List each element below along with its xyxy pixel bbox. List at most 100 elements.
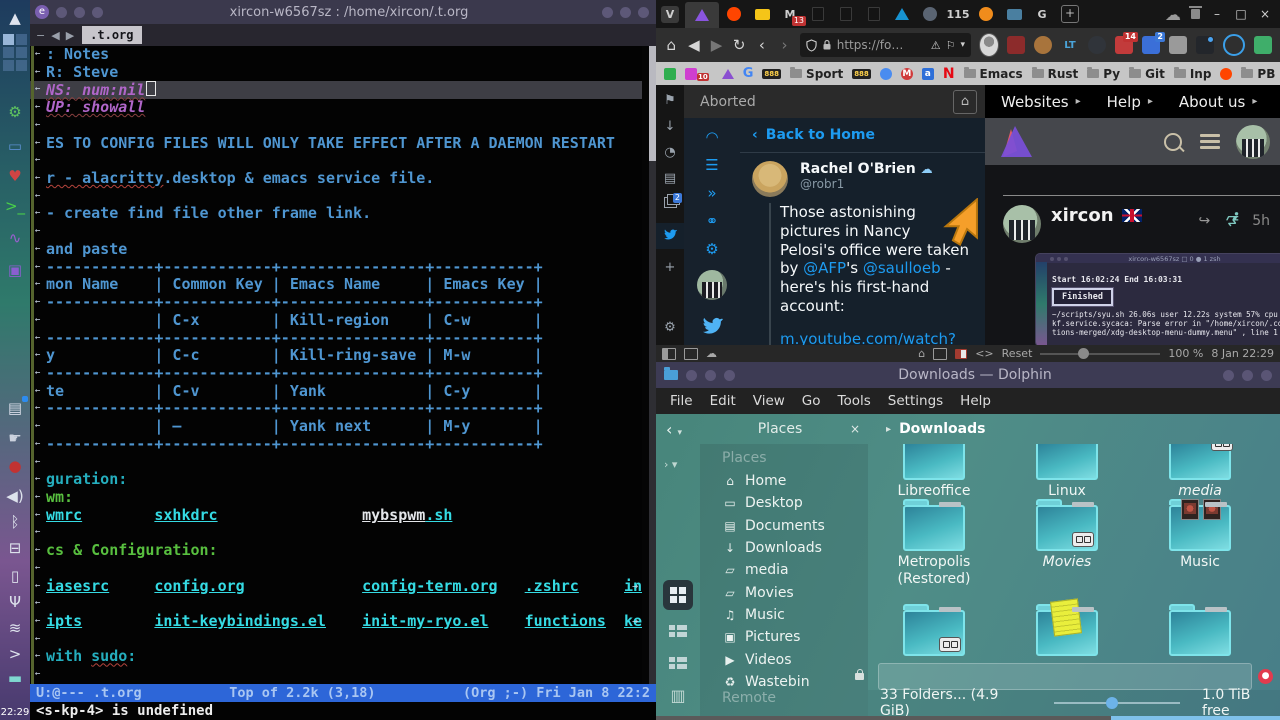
menu-tools[interactable]: Tools bbox=[838, 393, 871, 409]
places-item-music[interactable]: ♫ Music bbox=[700, 604, 868, 626]
twitter-bird-icon[interactable] bbox=[699, 314, 725, 336]
back-to-home-link[interactable]: ‹ Back to Home bbox=[740, 118, 985, 153]
bookmarks-panel-icon[interactable]: ⚑ bbox=[656, 93, 684, 108]
trash-icon[interactable] bbox=[1189, 6, 1202, 19]
menu-go[interactable]: Go bbox=[802, 393, 821, 409]
terminal-icon[interactable]: >_ bbox=[0, 196, 30, 216]
rewind-icon[interactable]: ◀ bbox=[687, 36, 702, 54]
places-item-media[interactable]: ▱ media bbox=[700, 559, 868, 581]
fastforward-icon[interactable]: ▶ bbox=[709, 36, 724, 54]
embedded-terminal-screenshot[interactable]: xircon-w6567sz □ 0 ● 1 zsh Start 16:02:2… bbox=[1035, 253, 1280, 345]
mask-icon[interactable] bbox=[1087, 36, 1106, 54]
bookmark-item[interactable] bbox=[879, 67, 892, 80]
tab-orange[interactable] bbox=[973, 2, 999, 26]
folder-icon[interactable]: ▭ bbox=[0, 136, 30, 156]
post-avatar[interactable] bbox=[1003, 205, 1041, 243]
mic-icon[interactable]: Ψ bbox=[0, 592, 30, 612]
home-icon[interactable]: ⌂ bbox=[664, 36, 679, 54]
cookie-icon[interactable] bbox=[1033, 36, 1052, 54]
sync-status-cloud-icon[interactable]: ☁ bbox=[706, 347, 717, 360]
twitter-avatar[interactable] bbox=[697, 270, 727, 300]
folder-item[interactable]: media bbox=[1142, 444, 1258, 500]
menu-help[interactable]: Help bbox=[960, 393, 991, 409]
wifi-icon[interactable]: ≋ bbox=[0, 618, 30, 638]
window-dot-button[interactable] bbox=[74, 6, 85, 18]
panel-toggle-icon[interactable] bbox=[662, 347, 676, 360]
folder-icon[interactable] bbox=[903, 499, 965, 551]
tab-avatar[interactable] bbox=[917, 2, 943, 26]
tablet-icon[interactable]: ▯ bbox=[0, 566, 30, 586]
blue-ext-icon[interactable]: 2 bbox=[1141, 32, 1165, 54]
folder-icon[interactable] bbox=[1169, 499, 1231, 551]
save-ext-icon[interactable] bbox=[1253, 36, 1272, 54]
folder-item[interactable] bbox=[876, 604, 992, 656]
folder-icon[interactable] bbox=[1169, 444, 1233, 480]
window-dot-button[interactable] bbox=[1223, 369, 1234, 381]
launcher-rocket-icon[interactable]: ▲ bbox=[0, 8, 30, 28]
emacs-tab[interactable]: .t.org bbox=[82, 26, 142, 44]
tab-reddit[interactable] bbox=[721, 2, 747, 26]
filter-bar[interactable]: ● bbox=[878, 663, 1273, 690]
menu-file[interactable]: File bbox=[670, 393, 693, 409]
folder-view[interactable]: ● Libreoffice Linux media Metropolis (Resto… bbox=[868, 444, 1280, 690]
mention-link[interactable]: @AFP bbox=[803, 259, 846, 277]
tab-imdb[interactable] bbox=[749, 2, 775, 26]
bookmark-folder[interactable]: Rust bbox=[1031, 67, 1078, 81]
circle-ext-icon[interactable] bbox=[1222, 34, 1245, 56]
zoom-slider-knob[interactable] bbox=[1078, 347, 1090, 359]
tiling-icon[interactable] bbox=[684, 347, 698, 360]
address-bar[interactable]: https://fo… ⚠ ⚐ ▾ bbox=[799, 33, 972, 57]
window-dot-button[interactable] bbox=[602, 6, 613, 18]
folder-item[interactable]: Libreoffice bbox=[876, 444, 992, 500]
chevron-icon[interactable]: > bbox=[0, 644, 30, 664]
maximize-button[interactable]: □ bbox=[1234, 7, 1248, 21]
bookmark-folder[interactable]: Emacs bbox=[963, 67, 1023, 81]
bookmark-item[interactable]: 10 bbox=[685, 67, 713, 81]
url-text[interactable]: https://fo… bbox=[837, 38, 926, 52]
capture-icon[interactable]: ⌂ bbox=[918, 347, 925, 360]
bookmark-item[interactable] bbox=[664, 67, 676, 80]
vivaldi-menu[interactable]: V bbox=[657, 2, 683, 26]
folder-item[interactable] bbox=[1142, 604, 1258, 656]
dolphin-titlebar[interactable]: Downloads — Dolphin bbox=[656, 362, 1280, 388]
folder-item[interactable]: Music bbox=[1142, 499, 1258, 571]
bottom-scrollbar[interactable] bbox=[656, 716, 1280, 720]
places-item-videos[interactable]: ▶ Videos bbox=[700, 648, 868, 670]
places-item-documents[interactable]: ▤ Documents bbox=[700, 515, 868, 537]
tab-gutenberg[interactable]: G bbox=[1029, 2, 1055, 26]
profile-avatar[interactable] bbox=[979, 33, 999, 57]
site-logo-icon[interactable] bbox=[995, 123, 1035, 161]
tab-active-triangle[interactable] bbox=[685, 2, 719, 28]
share-icon[interactable]: ↪ bbox=[1198, 213, 1210, 229]
folder-icon[interactable] bbox=[1169, 604, 1231, 656]
red-ext-icon[interactable]: 14 bbox=[1114, 32, 1138, 54]
bookmark-folder[interactable]: Py bbox=[1087, 67, 1120, 81]
icons-view-button[interactable] bbox=[663, 580, 693, 610]
menu-settings[interactable]: Settings bbox=[888, 393, 943, 409]
window-dot-button[interactable] bbox=[686, 369, 697, 381]
panel-settings-gear-icon[interactable]: ⚙ bbox=[656, 320, 684, 335]
back-icon[interactable]: ‹ bbox=[755, 36, 770, 54]
dark-ext-icon[interactable] bbox=[1195, 36, 1214, 54]
tab-mail[interactable]: M 13 bbox=[777, 2, 806, 26]
break-mode-icon[interactable] bbox=[933, 347, 948, 360]
places-item-home[interactable]: ⌂ Home bbox=[700, 470, 868, 492]
emacs-titlebar[interactable]: e xircon-w6567sz : /home/xircon/.t.org bbox=[30, 0, 656, 24]
filters-icon[interactable]: ☰ bbox=[705, 156, 718, 174]
tweet-avatar[interactable] bbox=[752, 161, 788, 197]
places-item-downloads[interactable]: ↓ Downloads bbox=[700, 537, 868, 559]
tab-photo[interactable] bbox=[1001, 2, 1027, 26]
hamburger-menu-icon[interactable] bbox=[1200, 134, 1220, 149]
close-button[interactable]: × bbox=[1258, 7, 1272, 21]
icon-zoom-knob[interactable] bbox=[1105, 697, 1118, 709]
tab-forward-icon[interactable]: ▶ bbox=[66, 29, 74, 42]
scrollbar-thumb[interactable] bbox=[649, 46, 656, 161]
people-icon[interactable]: ⚭ bbox=[706, 212, 719, 230]
site-menu-item[interactable]: Help ▸ bbox=[1107, 93, 1153, 111]
arc-icon[interactable]: ◠ bbox=[705, 128, 718, 146]
site-avatar[interactable] bbox=[1236, 124, 1270, 159]
speaker-icon[interactable]: ◀) bbox=[0, 486, 30, 506]
shield-icon[interactable] bbox=[806, 38, 817, 52]
swirl-icon[interactable]: ∿ bbox=[0, 228, 30, 248]
window-dot-button[interactable] bbox=[620, 6, 631, 18]
